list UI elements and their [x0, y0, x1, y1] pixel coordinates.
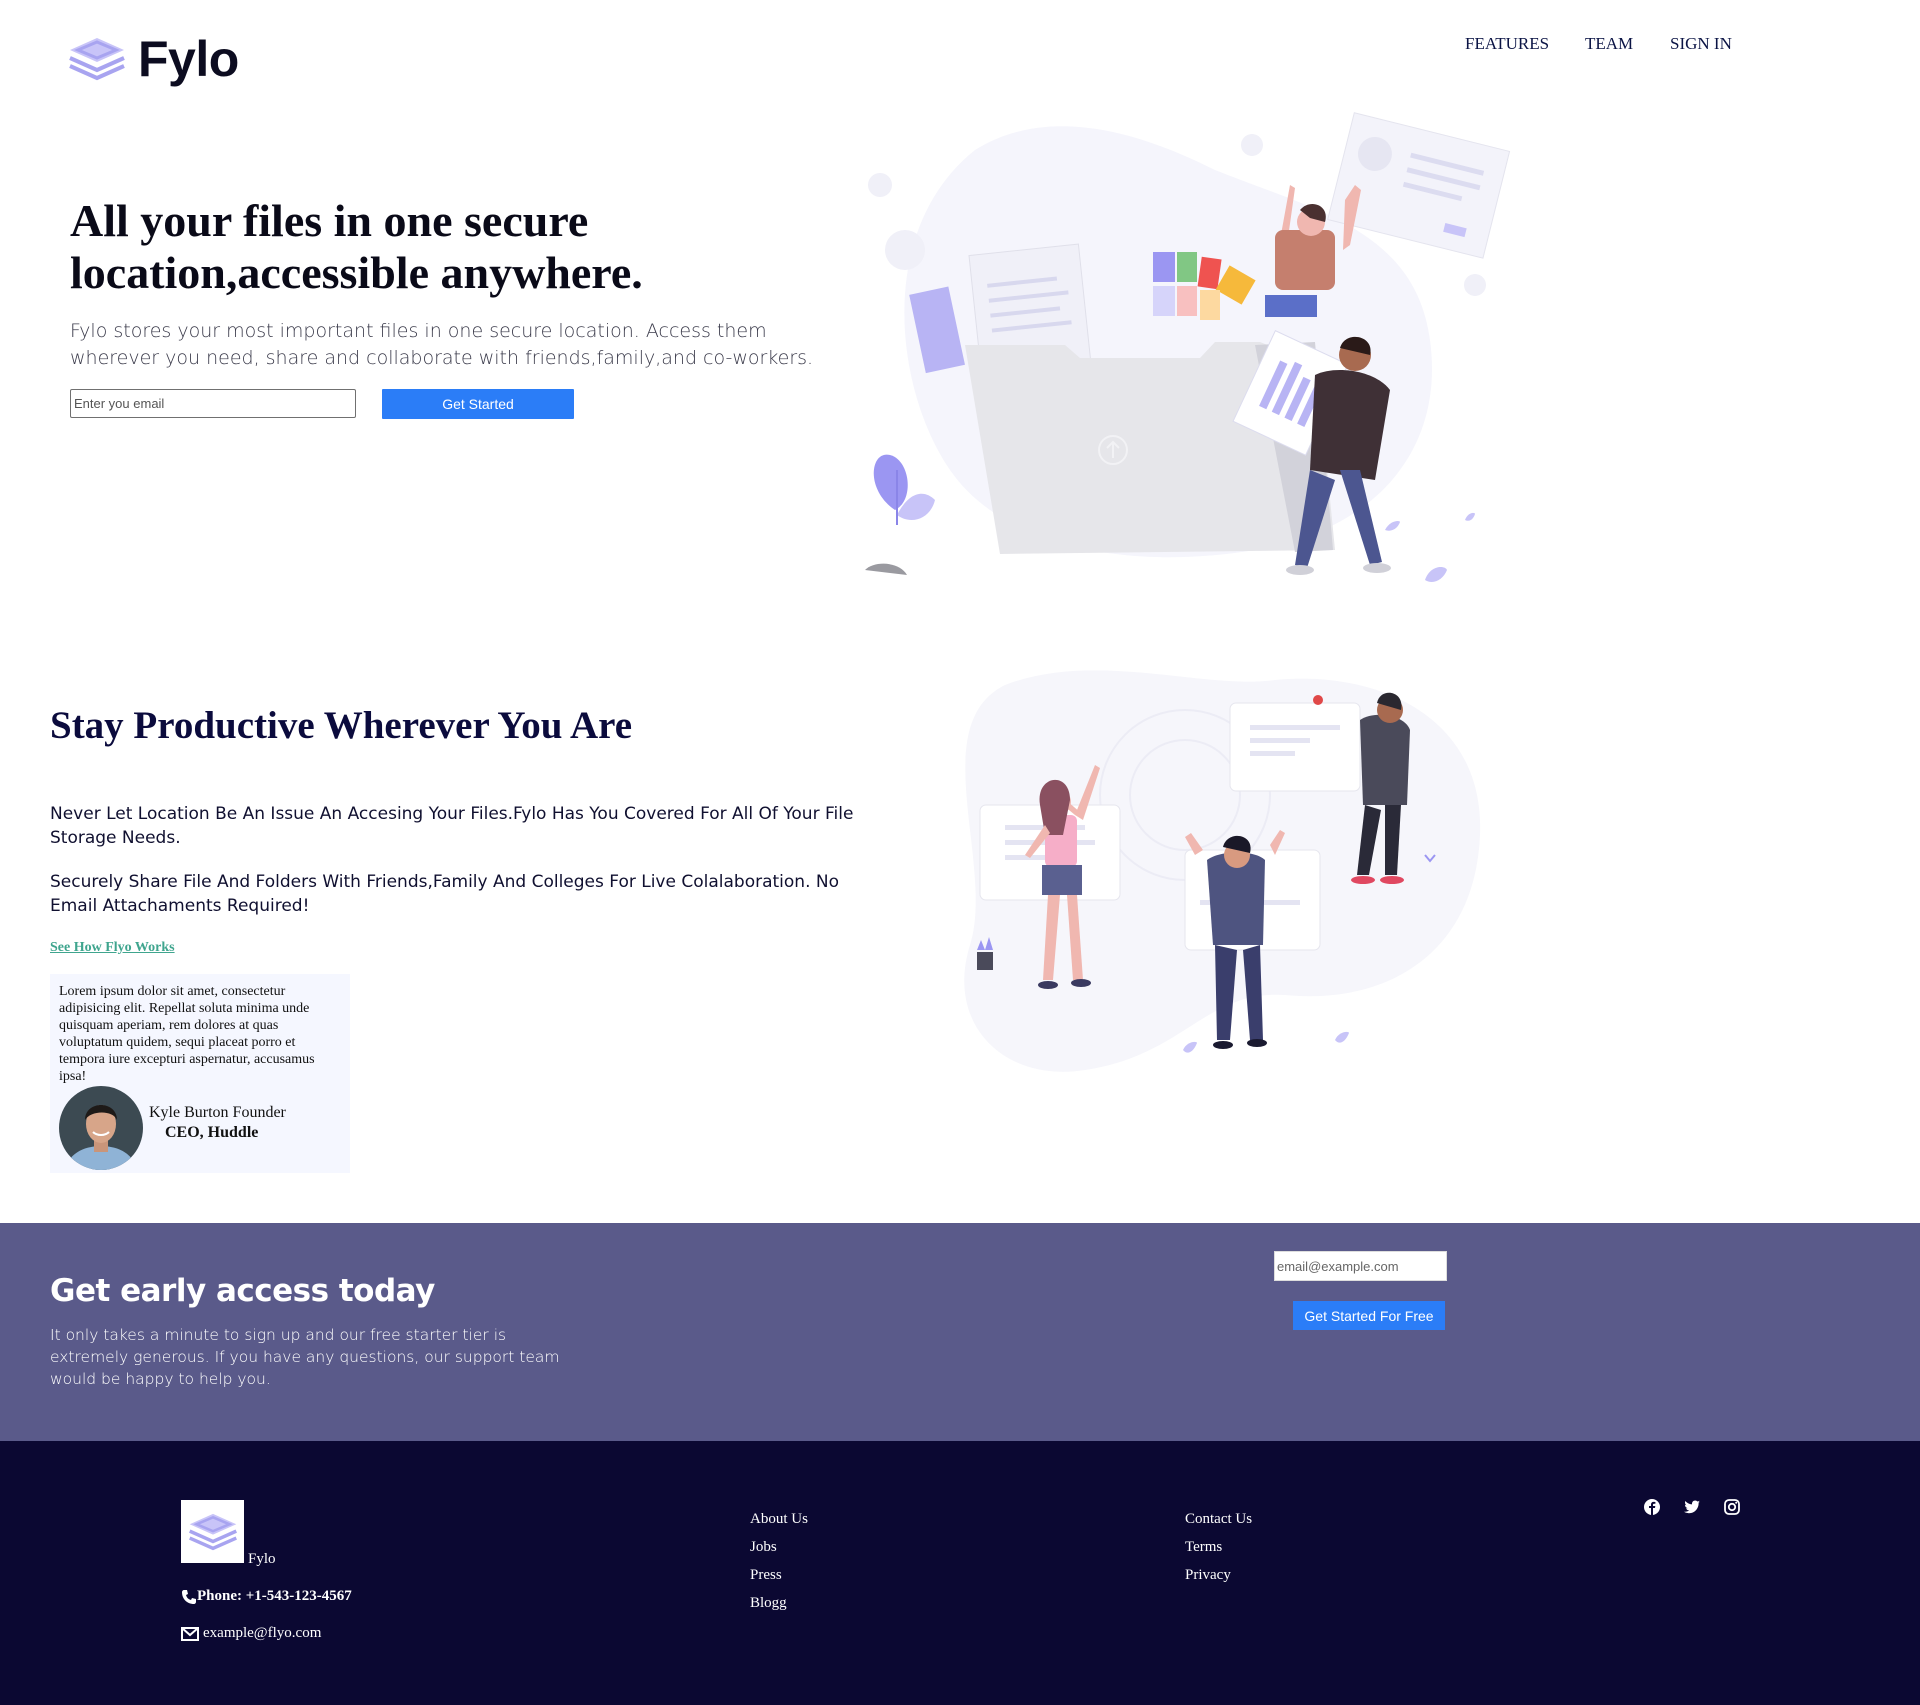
early-access-title: Get early access today [50, 1273, 435, 1309]
hero-description: Fylo stores your most important files in… [70, 320, 814, 369]
footer-phone: Phone: +1-543-123-4567 [181, 1588, 352, 1605]
productive-paragraph-1: Never Let Location Be An Issue An Accesi… [50, 804, 854, 848]
stack-logo-icon [188, 1513, 237, 1550]
early-access-section: Get early access today It only takes a m… [0, 1223, 1920, 1441]
hero-title: All your files in one secure location,ac… [70, 195, 830, 299]
hero-email-input[interactable] [70, 389, 356, 418]
footer-link-terms[interactable]: Terms [1185, 1533, 1252, 1561]
productive-paragraph-2: Securely Share File And Folders With Fri… [50, 872, 839, 916]
footer-link-privacy[interactable]: Privacy [1185, 1561, 1252, 1589]
footer: Fylo Phone: +1-543-123-4567 example@flyo… [0, 1441, 1920, 1705]
testimonial-role: CEO, Huddle [165, 1124, 259, 1141]
footer-links-support: Contact Us Terms Privacy [1185, 1505, 1252, 1589]
nav-sign-in[interactable]: SIGN IN [1670, 34, 1732, 54]
footer-link-jobs[interactable]: Jobs [750, 1533, 808, 1561]
hero-title-line2: location,accessible anywhere. [70, 247, 643, 298]
footer-logo[interactable] [181, 1500, 244, 1563]
phone-icon [182, 1589, 196, 1604]
hero-title-line1: All your files in one secure [70, 195, 589, 246]
logo-text: Fylo [138, 31, 239, 87]
nav-team[interactable]: TEAM [1585, 34, 1633, 54]
footer-phone-text: Phone: +1-543-123-4567 [197, 1588, 352, 1604]
get-started-for-free-button[interactable]: Get Started For Free [1293, 1301, 1445, 1330]
site-logo[interactable]: Fylo [68, 30, 239, 88]
footer-email-text: example@flyo.com [203, 1625, 322, 1641]
testimonial-card: Lorem ipsum dolor sit amet, consectetur … [50, 974, 350, 1173]
facebook-icon[interactable] [1643, 1498, 1661, 1516]
footer-link-press[interactable]: Press [750, 1561, 808, 1589]
testimonial-name: Kyle Burton Founder [149, 1104, 286, 1121]
social-links [1643, 1498, 1741, 1516]
mail-icon [181, 1626, 199, 1641]
footer-link-contact-us[interactable]: Contact Us [1185, 1505, 1252, 1533]
twitter-icon[interactable] [1683, 1498, 1701, 1516]
footer-email: example@flyo.com [181, 1625, 321, 1642]
footer-link-about-us[interactable]: About Us [750, 1505, 808, 1533]
footer-links-company: About Us Jobs Press Blogg [750, 1505, 808, 1617]
nav-features[interactable]: FEATURES [1465, 34, 1549, 54]
footer-link-blogg[interactable]: Blogg [750, 1589, 808, 1617]
productive-title: Stay Productive Wherever You Are [50, 704, 633, 747]
get-started-button[interactable]: Get Started [382, 389, 574, 419]
stack-logo-icon [69, 38, 125, 81]
testimonial-text: Lorem ipsum dolor sit amet, consectetur … [59, 984, 315, 1084]
hero-illustration [865, 112, 1511, 582]
early-access-email-input[interactable] [1274, 1251, 1447, 1281]
early-access-text: It only takes a minute to sign up and ou… [50, 1326, 560, 1388]
see-how-fylo-works-link[interactable]: See How Flyo Works [50, 940, 175, 956]
instagram-icon[interactable] [1723, 1498, 1741, 1516]
avatar [59, 1086, 143, 1170]
productive-illustration [964, 670, 1481, 1072]
footer-logo-label: Fylo [248, 1551, 276, 1567]
